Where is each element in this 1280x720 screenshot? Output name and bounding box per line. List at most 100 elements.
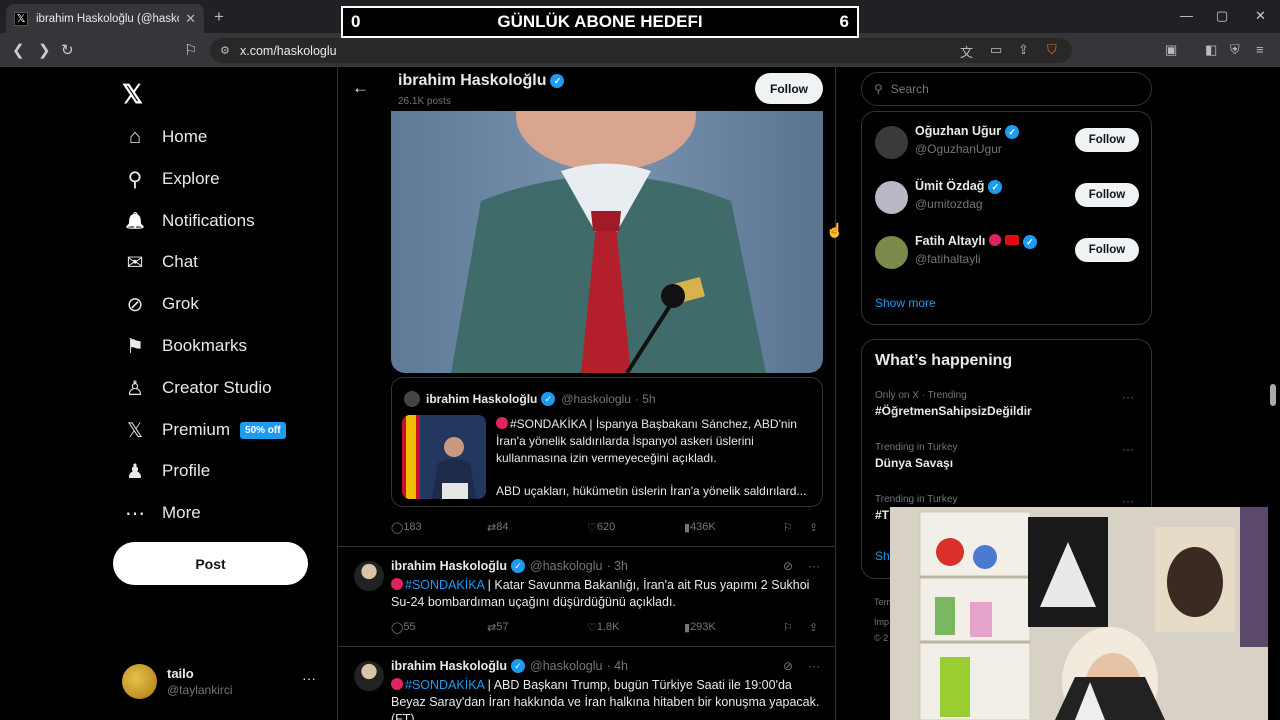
tweet[interactable]: ibrahim Haskoloğlu ✓ @haskologlu · 3h ⊘ … (338, 546, 835, 646)
reload-icon[interactable]: ↻ (61, 41, 74, 59)
media-icon[interactable]: ▣ (1165, 42, 1177, 58)
forward-icon[interactable]: ❯ (38, 41, 51, 59)
views-button[interactable]: ▮ 436K (684, 521, 716, 534)
nav-premium-label: Premium (162, 420, 231, 439)
tweet-header: ibrahim Haskoloğlu ✓ @haskologlu · 4h (391, 659, 628, 673)
nav-profile[interactable]: ♟ Profile (122, 458, 210, 484)
quoted-handle: @haskologlu (561, 392, 631, 406)
bookmark-page-icon[interactable]: ⚐ (184, 41, 197, 59)
browser-tab[interactable]: 𝕏 ibrahim Haskoloğlu (@haskoloğ ✕ (6, 4, 204, 33)
tweet-more-icon[interactable]: ··· (808, 559, 820, 573)
grok-explain-icon[interactable]: ⊘ (783, 559, 793, 573)
webcam-scene-illustration (890, 507, 1268, 720)
like-button[interactable]: ♡ 1.8K (587, 621, 620, 634)
window-close-icon[interactable]: ✕ (1255, 8, 1266, 24)
like-count: 620 (596, 521, 616, 533)
view-count: 436K (690, 521, 716, 533)
trend-context: Only on X · Trending (875, 390, 967, 401)
tweet-media-image[interactable] (391, 111, 823, 373)
follow-suggestion[interactable]: Oğuzhan Uğur ✓ @OguzhanUgur Follow (875, 122, 1145, 162)
tweet-author-name: ibrahim Haskoloğlu (391, 559, 507, 573)
follow-button[interactable]: Follow (755, 73, 823, 104)
search-input[interactable]: ⚲ Search (861, 72, 1152, 106)
suggestion-name-text: Ümit Özdağ (915, 179, 985, 193)
trend-more-icon[interactable]: ··· (1122, 494, 1134, 508)
suggestion-name: Ümit Özdağ ✓ (915, 179, 1003, 194)
like-button[interactable]: ♡ 620 (587, 521, 615, 534)
share-icon[interactable]: ⇪ (1018, 42, 1029, 58)
sidebar-icon[interactable]: ◧ (1205, 42, 1217, 58)
share-button[interactable]: ⇪ (809, 521, 818, 534)
politician-photo-illustration (451, 111, 766, 373)
brave-shield-icon[interactable]: ⛉ (1047, 42, 1057, 58)
tweet-more-icon[interactable]: ··· (808, 659, 820, 673)
quoted-tweet[interactable]: ibrahim Haskoloğlu ✓ @haskologlu · 5h #S… (391, 377, 823, 507)
follow-button[interactable]: Follow (1075, 128, 1139, 152)
follow-suggestion[interactable]: Ümit Özdağ ✓ @umitozdag Follow (875, 177, 1145, 217)
follow-button[interactable]: Follow (1075, 183, 1139, 207)
bookmark-button[interactable]: ⚐ (783, 621, 793, 634)
close-tab-icon[interactable]: ✕ (185, 11, 196, 27)
more-circle-icon: ⋯ (125, 502, 145, 525)
nav-notifications[interactable]: 🔔 Notifications (122, 208, 255, 234)
site-info-icon[interactable]: ⚙ (220, 44, 230, 57)
follow-suggestion[interactable]: Fatih Altaylı ✓ @fatihaltayli Follow (875, 232, 1145, 272)
minimize-icon[interactable]: — (1180, 8, 1193, 23)
quoted-text-2: ABD uçakları, hükümetin üslerin İran'a y… (496, 484, 807, 498)
overlay-title: GÜNLÜK ABONE HEDEFI (497, 12, 703, 31)
account-switcher[interactable]: tailo @taylankirci ··· (122, 664, 322, 700)
show-more-link[interactable]: Show more (875, 296, 936, 310)
cast-icon[interactable]: ▭ (990, 42, 1002, 58)
translate-icon[interactable]: 文 (960, 42, 973, 61)
trend-more-icon[interactable]: ··· (1122, 390, 1134, 404)
nav-chat[interactable]: ✉ Chat (122, 249, 198, 275)
tweet-handle: @haskologlu (530, 659, 603, 673)
trend-item[interactable]: Trending in Turkey Dünya Savaşı ··· (875, 442, 1140, 470)
nav-home[interactable]: ⌂ Home (122, 124, 207, 150)
maximize-icon[interactable]: ▢ (1216, 8, 1228, 24)
repost-button[interactable]: ⇄ 84 (487, 521, 508, 534)
tweet-actions: ◯ 55 ⇄ 57 ♡ 1.8K ▮ 293K ⚐ ⇪ (391, 621, 823, 637)
back-arrow-icon[interactable]: ← (352, 78, 369, 98)
new-tab-icon[interactable]: + (214, 7, 224, 27)
nav-grok[interactable]: ⊘ Grok (122, 291, 199, 317)
verified-icon: ✓ (988, 179, 1003, 194)
reply-count: 55 (403, 621, 416, 633)
tweet-text: #SONDAKİKA | ABD Başkanı Trump, bugün Tü… (391, 677, 821, 720)
bell-icon: 🔔 (125, 213, 145, 230)
nav-creator-studio[interactable]: ♙ Creator Studio (122, 375, 272, 401)
address-bar[interactable]: ⚙ x.com/haskologlu (210, 38, 1072, 63)
repost-button[interactable]: ⇄ 57 (487, 621, 508, 634)
vpn-icon[interactable]: ⛨ (1230, 42, 1240, 58)
url-text: x.com/haskologlu (240, 43, 337, 58)
red-circle-icon (391, 678, 403, 690)
reply-button[interactable]: ◯ 183 (391, 521, 422, 534)
reply-button[interactable]: ◯ 55 (391, 621, 416, 634)
tweet-handle: @haskologlu (530, 559, 603, 573)
account-more-icon[interactable]: ··· (302, 670, 316, 686)
x-logo-icon[interactable]: 𝕏 (122, 79, 143, 110)
menu-icon[interactable]: ≡ (1256, 42, 1264, 57)
footer-link[interactable]: Imp (874, 617, 889, 627)
trend-more-icon[interactable]: ··· (1122, 442, 1134, 456)
back-icon[interactable]: ❮ (12, 41, 25, 59)
page-scrollbar[interactable] (1270, 384, 1276, 406)
nav-explore[interactable]: ⚲ Explore (122, 166, 220, 192)
trend-item[interactable]: Only on X · Trending #ÖğretmenSahipsizDe… (875, 390, 1140, 418)
share-button[interactable]: ⇪ (809, 621, 818, 634)
home-icon: ⌂ (128, 125, 142, 148)
post-button[interactable]: Post (113, 542, 308, 585)
nav-bookmarks[interactable]: ⚑ Bookmarks (122, 333, 247, 359)
verified-icon: ✓ (1005, 124, 1020, 139)
hashtag-link[interactable]: #SONDAKİKA (405, 678, 484, 692)
tweet[interactable]: ibrahim Haskoloğlu ✓ @haskologlu · 4h ⊘ … (338, 646, 835, 720)
nav-more[interactable]: ⋯ More (122, 500, 201, 526)
follow-button[interactable]: Follow (1075, 238, 1139, 262)
views-button[interactable]: ▮ 293K (684, 621, 716, 634)
grok-explain-icon[interactable]: ⊘ (783, 659, 793, 673)
nav-premium[interactable]: 𝕏 Premium 50% off (122, 417, 286, 443)
avatar (875, 181, 908, 214)
grok-icon: ⊘ (126, 293, 144, 316)
hashtag-link[interactable]: #SONDAKİKA (405, 578, 484, 592)
bookmark-button[interactable]: ⚐ (783, 521, 793, 534)
